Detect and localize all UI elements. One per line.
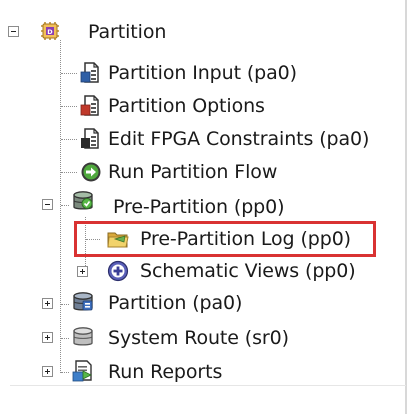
tree-guide-line (61, 372, 69, 373)
tree-item-partition-options[interactable]: Partition Options (108, 95, 265, 117)
tree-guide-line (61, 172, 77, 173)
tree-item-schematic-views[interactable]: Schematic Views (pp0) (140, 260, 356, 282)
expand-toggle-partition-pa0[interactable] (42, 298, 53, 309)
tree-root-label[interactable]: Partition (88, 21, 166, 43)
expand-toggle-run-reports[interactable] (42, 366, 53, 377)
collapse-toggle-pre-partition[interactable] (42, 199, 53, 210)
expand-toggle-system-route[interactable] (42, 332, 53, 343)
tree-guide-line (61, 304, 69, 305)
tree-item-partition-input[interactable]: Partition Input (pa0) (108, 62, 297, 84)
reports-icon (71, 359, 95, 383)
document-input-icon (79, 61, 103, 85)
svg-text:D: D (47, 28, 53, 36)
document-edit-icon (79, 127, 103, 151)
tree-item-partition-pa0[interactable]: Partition (pa0) (108, 292, 242, 314)
chip-icon: D (38, 19, 62, 43)
tree-item-pre-partition[interactable]: Pre-Partition (pp0) (113, 196, 285, 218)
tree-item-edit-fpga-constraints[interactable]: Edit FPGA Constraints (pa0) (108, 128, 369, 150)
tree-panel: D Partition Partition Input (pa0) Partit… (0, 0, 414, 414)
run-arrow-icon (79, 160, 103, 184)
tree-guide-line (61, 73, 77, 74)
tree-guide-line (61, 139, 77, 140)
panel-border (405, 0, 407, 414)
selection-highlight (74, 221, 376, 257)
tree-guide-line (61, 205, 69, 206)
collapse-toggle-partition[interactable] (8, 26, 19, 37)
tree-item-run-reports[interactable]: Run Reports (108, 361, 222, 383)
tree-guide-line (61, 106, 77, 107)
database-gray-icon (71, 325, 95, 349)
document-options-icon (79, 94, 103, 118)
expand-toggle-schematic-views[interactable] (77, 266, 88, 277)
tree-item-system-route[interactable]: System Route (sr0) (108, 327, 289, 349)
database-green-icon (71, 189, 95, 213)
database-blue-icon (71, 290, 95, 314)
tree-item-run-partition-flow[interactable]: Run Partition Flow (108, 161, 277, 183)
panel-divider (10, 385, 406, 386)
schematic-view-icon (106, 259, 130, 283)
tree-guide-line (61, 338, 69, 339)
tree-guide-line (60, 40, 61, 373)
